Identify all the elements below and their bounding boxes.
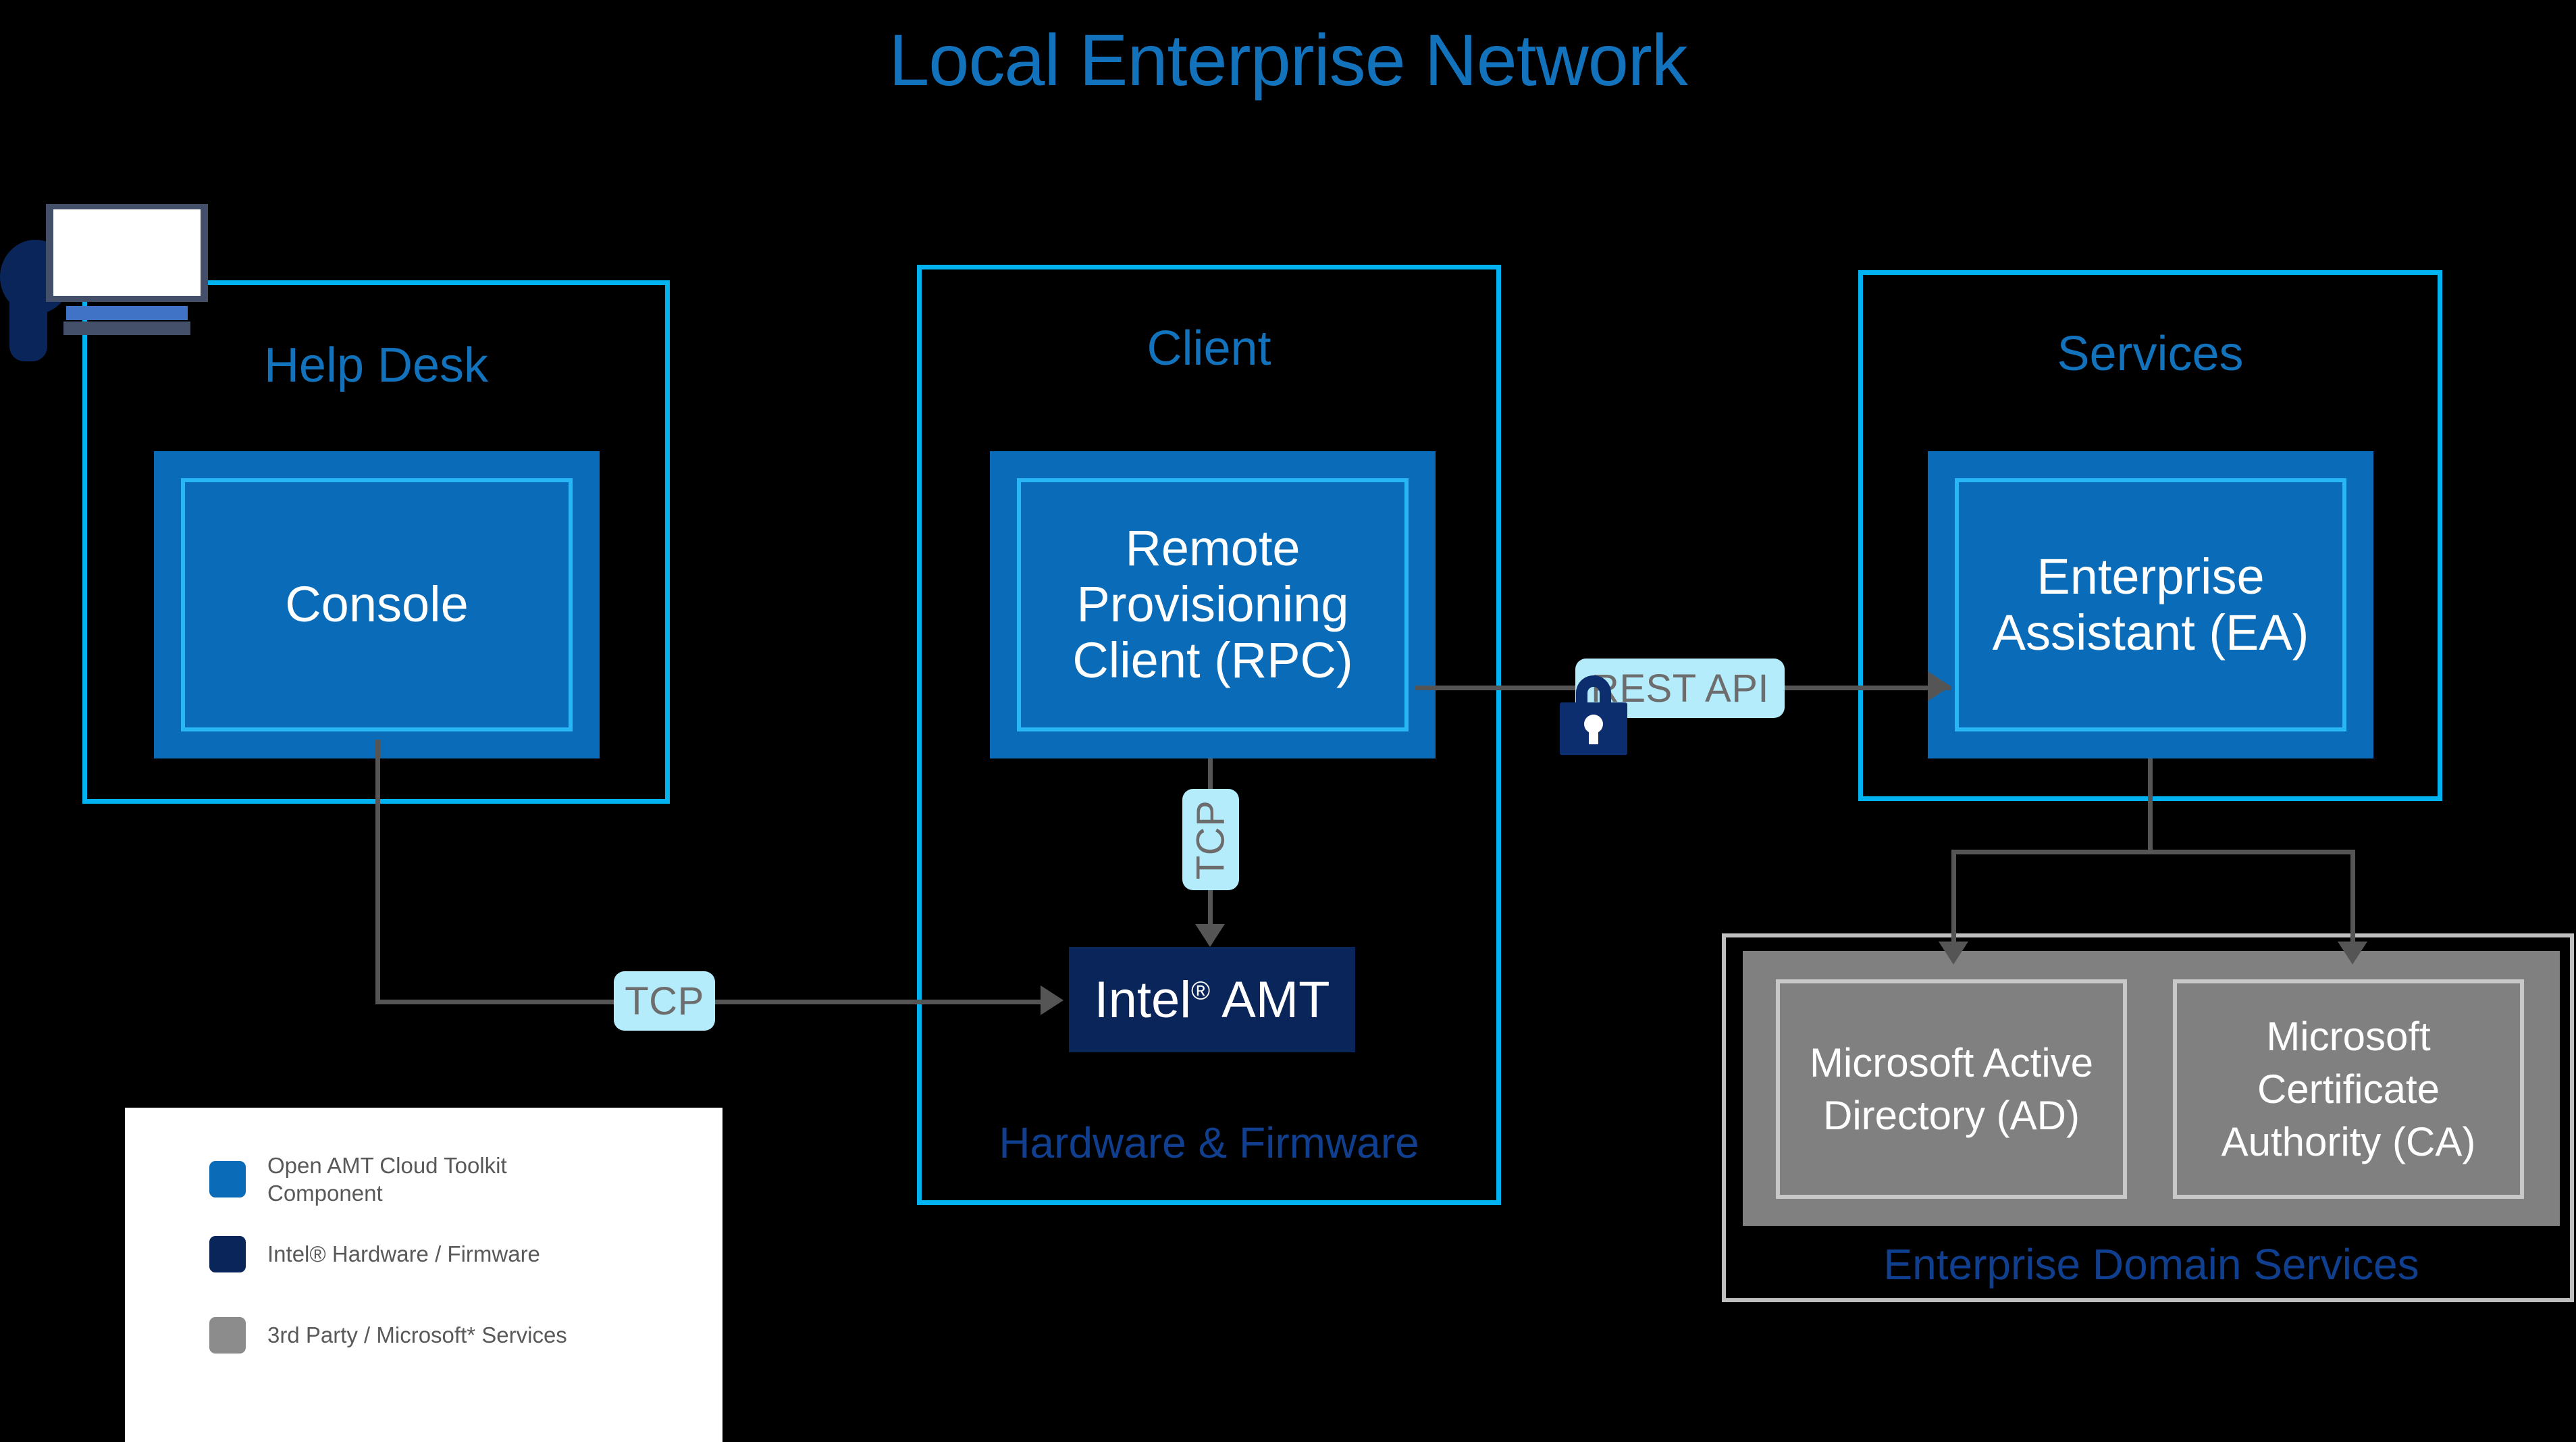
rpc-box: Remote Provisioning Client (RPC) [990, 451, 1436, 758]
legend-item-third-party: 3rd Party / Microsoft* Services [209, 1317, 709, 1354]
page-title: Local Enterprise Network [889, 19, 1688, 101]
monitor-base-icon [63, 321, 190, 335]
legend-item-hardware: Intel® Hardware / Firmware [209, 1236, 709, 1272]
legend-swatch-hardware [209, 1236, 246, 1272]
badge-tcp-console-amt: TCP [614, 971, 715, 1031]
legend-box: Open AMT Cloud Toolkit Component Intel® … [125, 1108, 722, 1442]
legend-swatch-third-party [209, 1317, 246, 1354]
legend-swatch-toolkit [209, 1161, 246, 1198]
lock-keyhole-stem-icon [1589, 725, 1598, 744]
intel-amt-box: Intel® AMT [1069, 947, 1355, 1052]
connector-console-to-amt-stem [375, 740, 380, 1002]
diagram-canvas: Local Enterprise Network Help Desk Conso… [0, 0, 2576, 1442]
microsoft-active-directory-box: Microsoft Active Directory (AD) [1776, 979, 2127, 1199]
keyboard-icon [66, 306, 188, 320]
zone-services-title: Services [2057, 327, 2244, 381]
person-body-icon [9, 290, 47, 361]
console-box-label: Console [181, 478, 573, 731]
monitor-screen-icon [53, 209, 201, 296]
zone-client-title: Client [1147, 321, 1271, 376]
enterprise-assistant-box: Enterprise Assistant (EA) [1928, 451, 2373, 758]
connector-ea-to-ca-line [2350, 850, 2355, 942]
rpc-box-label: Remote Provisioning Client (RPC) [1017, 478, 1409, 731]
legend-item-toolkit: Open AMT Cloud Toolkit Component [209, 1152, 709, 1208]
connector-rpc-to-ea-arrow [1928, 671, 1951, 701]
enterprise-domain-services-footer: Enterprise Domain Services [1883, 1240, 2419, 1289]
zone-client-footer: Hardware & Firmware [999, 1118, 1419, 1167]
connector-ea-to-ad-arrow [1939, 942, 1968, 964]
lock-icon [1560, 675, 1627, 755]
console-box: Console [154, 451, 600, 758]
connector-ea-to-ca-arrow [2338, 942, 2367, 964]
connector-ea-fork-stem [2148, 758, 2153, 854]
legend-label-toolkit: Open AMT Cloud Toolkit Component [267, 1152, 507, 1208]
connector-console-to-amt-arrow [1041, 985, 1063, 1015]
badge-tcp-rpc-amt: TCP [1182, 789, 1239, 890]
connector-rpc-to-amt-arrow [1195, 924, 1225, 947]
legend-label-hardware: Intel® Hardware / Firmware [267, 1241, 540, 1267]
intel-amt-label: Intel® AMT [1094, 971, 1330, 1029]
legend-label-toolkit-line2: Component [267, 1181, 383, 1206]
microsoft-certificate-authority-box: Microsoft Certificate Authority (CA) [2173, 979, 2524, 1199]
legend-label-toolkit-line1: Open AMT Cloud Toolkit [267, 1153, 507, 1178]
connector-ea-fork-bar [1951, 850, 2355, 854]
enterprise-assistant-label: Enterprise Assistant (EA) [1955, 478, 2346, 731]
connector-ea-to-ad-line [1951, 850, 1956, 942]
help-desk-user-icon [0, 189, 236, 371]
legend-label-third-party: 3rd Party / Microsoft* Services [267, 1322, 567, 1348]
